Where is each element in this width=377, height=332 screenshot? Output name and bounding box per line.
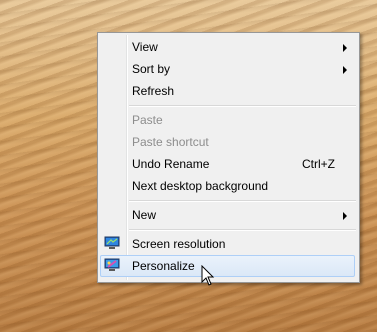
menu-item-label: New <box>132 208 157 222</box>
menu-item-label: Refresh <box>132 84 175 98</box>
menu-item-view[interactable]: View <box>100 36 355 58</box>
menu-item-refresh[interactable]: Refresh <box>100 80 355 102</box>
menu-item-paste-shortcut[interactable]: Paste shortcut <box>100 131 355 153</box>
menu-item-new[interactable]: New <box>100 204 355 226</box>
menu-item-label: Paste <box>132 113 163 127</box>
context-menu: View Sort by Refresh Paste Paste shortcu… <box>97 32 360 283</box>
menu-separator <box>129 200 356 201</box>
menu-item-sort-by[interactable]: Sort by <box>100 58 355 80</box>
monitor-icon <box>104 236 120 249</box>
menu-item-shortcut: Ctrl+Z <box>302 157 335 171</box>
menu-separator <box>129 105 356 106</box>
menu-item-label: Sort by <box>132 62 171 76</box>
menu-item-next-desktop-background[interactable]: Next desktop background <box>100 175 355 197</box>
menu-item-undo-rename[interactable]: Undo Rename Ctrl+Z <box>100 153 355 175</box>
personalize-icon <box>104 258 120 271</box>
menu-item-label: Personalize <box>132 259 195 273</box>
menu-item-personalize[interactable]: Personalize <box>100 255 355 277</box>
mouse-pointer-icon <box>201 265 215 286</box>
menu-separator <box>129 229 356 230</box>
menu-item-screen-resolution[interactable]: Screen resolution <box>100 233 355 255</box>
submenu-arrow-icon <box>343 44 347 52</box>
menu-item-label: Next desktop background <box>132 179 269 193</box>
menu-item-label: Paste shortcut <box>132 135 209 149</box>
menu-item-label: Screen resolution <box>132 237 226 251</box>
submenu-arrow-icon <box>343 66 347 74</box>
menu-item-label: Undo Rename <box>132 157 210 171</box>
menu-item-label: View <box>132 40 158 54</box>
submenu-arrow-icon <box>343 212 347 220</box>
menu-item-paste[interactable]: Paste <box>100 109 355 131</box>
